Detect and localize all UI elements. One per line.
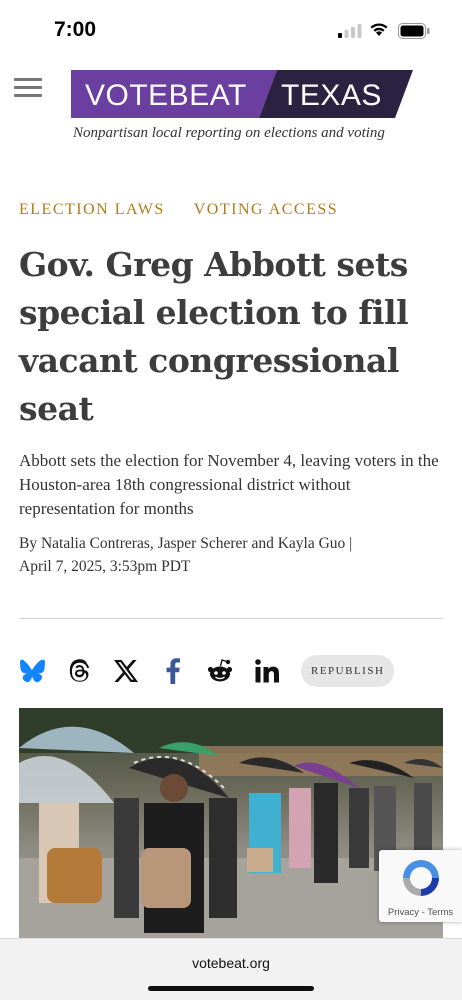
cellular-signal-icon (338, 24, 362, 38)
svg-text:TEXAS: TEXAS (281, 79, 382, 112)
divider (19, 618, 443, 619)
recaptcha-badge[interactable]: Privacy - Terms (379, 850, 462, 922)
headline-line: seat (19, 389, 94, 428)
wifi-icon (370, 23, 388, 36)
author-link-natalia-contreras[interactable]: Natalia Contreras (41, 535, 150, 552)
linkedin-icon[interactable] (254, 658, 280, 684)
article-tags: ELECTION LAWS VOTING ACCESS (19, 201, 338, 219)
article-headline: Gov. Greg Abbott sets special election t… (19, 241, 439, 433)
status-bar: 7:00 (0, 0, 462, 62)
tag-election-laws[interactable]: ELECTION LAWS (19, 201, 165, 219)
reddit-icon[interactable] (207, 658, 233, 684)
svg-text:VOTEBEAT: VOTEBEAT (85, 79, 247, 112)
status-time: 7:00 (54, 18, 97, 41)
headline-line: special election to fill (19, 293, 409, 332)
votebeat-texas-logo[interactable]: VOTEBEAT TEXAS (71, 70, 413, 118)
article-dek: Abbott sets the election for November 4,… (19, 451, 439, 518)
facebook-icon[interactable] (160, 658, 186, 684)
headline-line: Gov. Greg Abbott sets (19, 245, 408, 284)
share-row: REPUBLISH (19, 654, 395, 688)
recaptcha-privacy-terms[interactable]: Privacy - Terms (379, 907, 462, 918)
byline-prefix: By (19, 535, 38, 552)
byline: By Natalia Contreras, Jasper Scherer and… (19, 535, 353, 575)
byline-and: and (251, 535, 274, 552)
tag-voting-access[interactable]: VOTING ACCESS (194, 201, 338, 219)
author-link-kayla-guo[interactable]: Kayla Guo (278, 535, 346, 552)
author-link-jasper-scherer[interactable]: Jasper Scherer (158, 535, 248, 552)
url-text[interactable]: votebeat.org (0, 955, 462, 971)
hamburger-menu-icon[interactable] (14, 78, 42, 98)
byline-separator: , (149, 535, 154, 552)
recaptcha-icon (403, 860, 439, 896)
publish-date: April 7, 2025, 3:53pm PDT (19, 558, 191, 575)
headline-line: vacant congressional (19, 341, 399, 380)
home-indicator[interactable] (148, 986, 314, 991)
threads-icon[interactable] (66, 658, 92, 684)
x-icon[interactable] (113, 658, 139, 684)
browser-url-bar[interactable]: votebeat.org (0, 938, 462, 1000)
bluesky-icon[interactable] (19, 658, 45, 684)
site-tagline: Nonpartisan local reporting on elections… (73, 125, 385, 141)
republish-button[interactable]: REPUBLISH (301, 655, 395, 687)
battery-icon (398, 23, 430, 39)
